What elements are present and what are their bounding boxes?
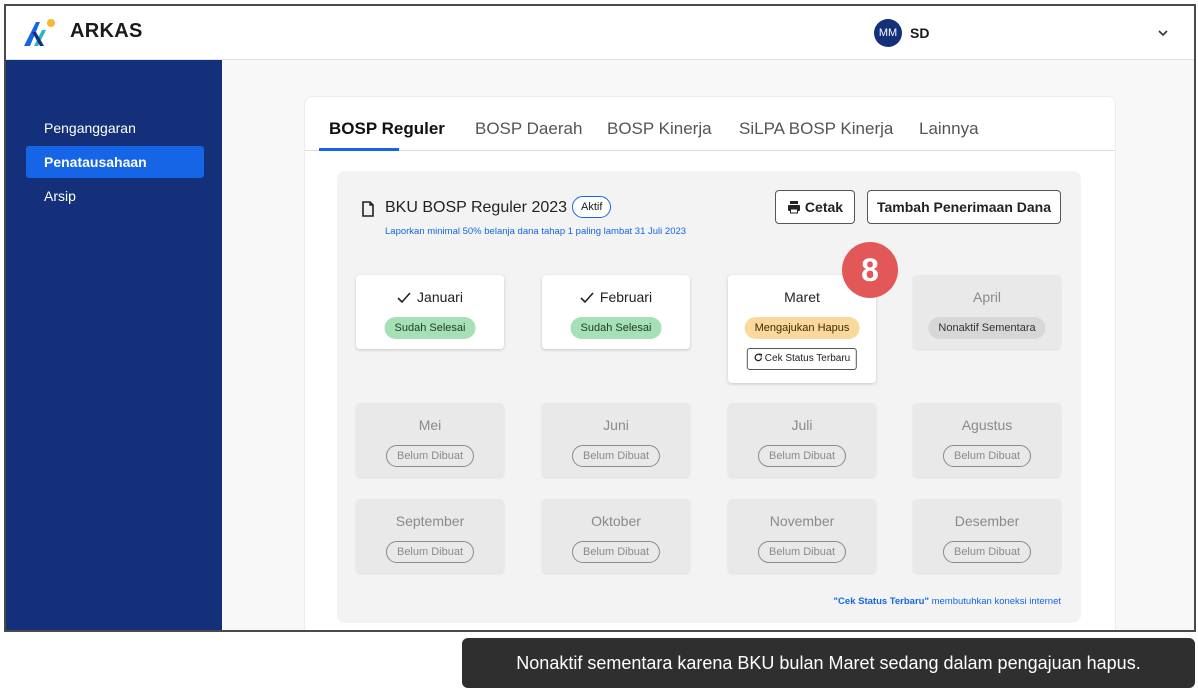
month-card-oktober: Oktober Belum Dibuat [542, 499, 690, 573]
status-badge: Belum Dibuat [757, 445, 847, 467]
month-name: September [395, 513, 465, 529]
month-name: Desember [954, 513, 1020, 529]
print-button[interactable]: Cetak [775, 190, 855, 224]
tab-silpa-bosp-kinerja[interactable]: SiLPA BOSP Kinerja [739, 119, 893, 139]
month-name: Februari [542, 289, 690, 305]
status-badge: Belum Dibuat [571, 541, 661, 563]
top-bar: ARKAS MM SD [6, 6, 1194, 60]
refresh-icon [754, 353, 763, 362]
status-badge: Belum Dibuat [571, 445, 661, 467]
check-icon [397, 292, 411, 304]
main-content: BOSP Reguler BOSP Daerah BOSP Kinerja Si… [222, 60, 1194, 630]
document-icon [362, 201, 374, 217]
check-icon [580, 292, 594, 304]
month-name: Oktober [591, 513, 641, 529]
month-card-juli: Juli Belum Dibuat [728, 403, 876, 477]
month-name: Mei [418, 417, 442, 433]
status-badge: Belum Dibuat [942, 541, 1032, 563]
sidebar: Penganggaran Penatausahaan Arsip [6, 60, 222, 630]
tab-bar: BOSP Reguler BOSP Daerah BOSP Kinerja Si… [305, 97, 1115, 151]
tab-bosp-daerah[interactable]: BOSP Daerah [475, 119, 582, 139]
month-name: April [972, 289, 1001, 305]
bku-deadline-note: Laporkan minimal 50% belanja dana tahap … [385, 226, 687, 237]
chevron-down-icon[interactable] [1156, 26, 1170, 40]
user-name[interactable]: SD [910, 25, 929, 41]
month-card-september: September Belum Dibuat [356, 499, 504, 573]
bku-card: BOSP Reguler BOSP Daerah BOSP Kinerja Si… [304, 96, 1116, 630]
arkas-logo-icon [24, 19, 55, 46]
app-window: ARKAS MM SD Penganggaran Penatausahaan A… [4, 4, 1196, 632]
print-button-label: Cetak [804, 199, 844, 215]
brand-name: ARKAS [70, 20, 143, 42]
tab-bosp-reguler[interactable]: BOSP Reguler [329, 119, 445, 139]
bku-title: BKU BOSP Reguler 2023 [385, 199, 568, 216]
status-badge: Nonaktif Sementara [928, 317, 1046, 339]
status-badge: Belum Dibuat [942, 445, 1032, 467]
month-card-november: November Belum Dibuat [728, 499, 876, 573]
printer-icon [787, 201, 800, 214]
month-name: Agustus [961, 417, 1013, 433]
month-card-januari[interactable]: Januari Sudah Selesai [356, 275, 504, 349]
status-badge: Belum Dibuat [385, 445, 475, 467]
sidebar-item-penganggaran[interactable]: Penganggaran [26, 112, 204, 144]
sidebar-item-penatausahaan[interactable]: Penatausahaan [26, 146, 204, 178]
status-badge: Sudah Selesai [570, 317, 662, 339]
month-card-februari[interactable]: Februari Sudah Selesai [542, 275, 690, 349]
active-tab-indicator [319, 148, 399, 151]
month-card-mei: Mei Belum Dibuat [356, 403, 504, 477]
month-card-desember: Desember Belum Dibuat [913, 499, 1061, 573]
avatar[interactable]: MM [874, 19, 902, 47]
status-badge: Sudah Selesai [384, 317, 476, 339]
month-name: Januari [356, 289, 504, 305]
month-card-juni: Juni Belum Dibuat [542, 403, 690, 477]
tab-bosp-kinerja[interactable]: BOSP Kinerja [607, 119, 712, 139]
month-card-april: April Nonaktif Sementara [913, 275, 1061, 349]
add-fund-receipt-button[interactable]: Tambah Penerimaan Dana [867, 190, 1061, 224]
tab-lainnya[interactable]: Lainnya [919, 119, 979, 139]
status-badge: Belum Dibuat [757, 541, 847, 563]
sidebar-item-arsip[interactable]: Arsip [26, 180, 204, 212]
month-name: November [769, 513, 835, 529]
step-number-marker: 8 [842, 242, 898, 298]
month-name: Juni [603, 417, 629, 433]
month-name: Juli [791, 417, 813, 433]
internet-connection-note: "Cek Status Terbaru" membutuhkan koneksi… [833, 596, 1061, 607]
check-status-button[interactable]: Cek Status Terbaru [746, 348, 858, 370]
bku-panel: BKU BOSP Reguler 2023 Aktif Laporkan min… [337, 171, 1081, 623]
status-badge: Belum Dibuat [385, 541, 475, 563]
tooltip-caption: Nonaktif sementara karena BKU bulan Mare… [462, 638, 1195, 688]
status-badge: Mengajukan Hapus [744, 317, 860, 339]
month-card-agustus: Agustus Belum Dibuat [913, 403, 1061, 477]
status-badge-aktif: Aktif [572, 196, 612, 218]
